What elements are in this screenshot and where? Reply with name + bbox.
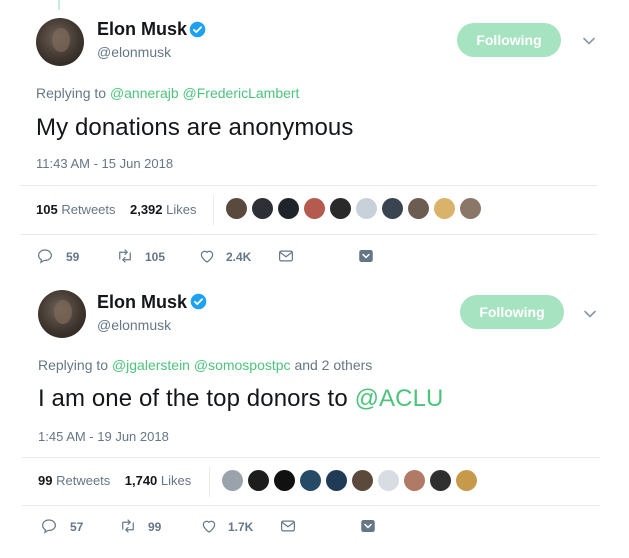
likes-label[interactable]: Likes [161, 473, 191, 488]
chevron-down-icon[interactable] [584, 310, 596, 318]
divider [20, 185, 597, 186]
tweet-text-body: My donations are anonymous [36, 114, 354, 141]
liker-avatar[interactable] [434, 198, 455, 219]
stats-divider [209, 467, 210, 497]
message-icon[interactable] [279, 517, 297, 535]
liker-avatar[interactable] [300, 470, 321, 491]
liker-avatar[interactable] [352, 470, 373, 491]
replying-to-label: Replying to [36, 85, 107, 101]
message-icon[interactable] [277, 247, 295, 265]
reply-count[interactable]: 59 [66, 250, 79, 264]
avatar[interactable] [36, 18, 84, 66]
liker-avatar[interactable] [378, 470, 399, 491]
author-name[interactable]: Elon Musk [97, 19, 187, 40]
liker-avatar[interactable] [274, 470, 295, 491]
timestamp[interactable]: 1:45 AM - 19 Jun 2018 [38, 429, 169, 444]
engagement-stats: 99 Retweets 1,740 Likes [38, 473, 191, 488]
liker-avatar[interactable] [456, 470, 477, 491]
tweet-text-body: I am one of the top donors to [38, 385, 348, 412]
replying-to-label: Replying to [38, 357, 109, 373]
following-button[interactable]: Following [457, 23, 561, 57]
like-action-count[interactable]: 1.7K [228, 520, 253, 534]
verified-badge-icon [189, 21, 206, 38]
following-button[interactable]: Following [460, 295, 564, 329]
tweet-text-mention[interactable]: @ACLU [355, 385, 444, 412]
tweet-text: I am one of the top donors to @ACLU [38, 385, 443, 413]
liker-avatar[interactable] [252, 198, 273, 219]
chevron-down-icon[interactable] [583, 37, 595, 45]
author-name[interactable]: Elon Musk [97, 292, 187, 313]
liker-avatar[interactable] [278, 198, 299, 219]
liker-avatar[interactable] [404, 470, 425, 491]
retweet-icon[interactable] [116, 247, 134, 265]
replying-to: Replying to @annerajb @FredericLambert [36, 85, 299, 101]
retweet-count[interactable]: 99 [38, 473, 52, 488]
reply-mentions[interactable]: @annerajb @FredericLambert [110, 85, 300, 101]
likes-label[interactable]: Likes [166, 202, 196, 217]
engagement-stats: 105 Retweets 2,392 Likes [36, 202, 197, 217]
replying-to: Replying to @jgalerstein @somospostpc an… [38, 357, 372, 373]
stats-divider [213, 195, 214, 225]
liker-avatar[interactable] [248, 470, 269, 491]
liker-avatar[interactable] [326, 470, 347, 491]
divider [22, 457, 600, 458]
author-handle[interactable]: @elonmusk [97, 317, 171, 333]
liker-avatar[interactable] [330, 198, 351, 219]
liker-avatar[interactable] [304, 198, 325, 219]
retweet-count[interactable]: 105 [36, 202, 58, 217]
reply-others[interactable]: and 2 others [294, 357, 372, 373]
retweets-label[interactable]: Retweets [56, 473, 110, 488]
like-count[interactable]: 1,740 [125, 473, 158, 488]
liker-avatar[interactable] [408, 198, 429, 219]
retweet-icon[interactable] [119, 517, 137, 535]
more-icon[interactable] [359, 517, 377, 535]
divider [22, 505, 600, 506]
like-icon[interactable] [200, 517, 218, 535]
avatar[interactable] [38, 290, 86, 338]
more-icon[interactable] [357, 247, 375, 265]
retweets-label[interactable]: Retweets [61, 202, 115, 217]
like-action-count[interactable]: 2.4K [226, 250, 251, 264]
tweet-text: My donations are anonymous [36, 114, 353, 142]
verified-badge-icon [190, 293, 207, 310]
reply-count[interactable]: 57 [70, 520, 83, 534]
author-handle[interactable]: @elonmusk [97, 44, 171, 60]
divider [20, 234, 597, 235]
liker-avatar[interactable] [460, 198, 481, 219]
reply-icon[interactable] [40, 517, 58, 535]
thread-connector [58, 0, 60, 10]
reply-mentions[interactable]: @jgalerstein @somospostpc [112, 357, 291, 373]
reply-icon[interactable] [36, 247, 54, 265]
retweet-action-count[interactable]: 99 [148, 520, 161, 534]
liker-avatar[interactable] [222, 470, 243, 491]
like-icon[interactable] [198, 247, 216, 265]
retweet-action-count[interactable]: 105 [145, 250, 165, 264]
timestamp[interactable]: 11:43 AM - 15 Jun 2018 [36, 156, 173, 171]
like-count[interactable]: 2,392 [130, 202, 163, 217]
liker-avatar[interactable] [356, 198, 377, 219]
liker-avatar[interactable] [226, 198, 247, 219]
liker-avatar[interactable] [382, 198, 403, 219]
liker-avatar[interactable] [430, 470, 451, 491]
